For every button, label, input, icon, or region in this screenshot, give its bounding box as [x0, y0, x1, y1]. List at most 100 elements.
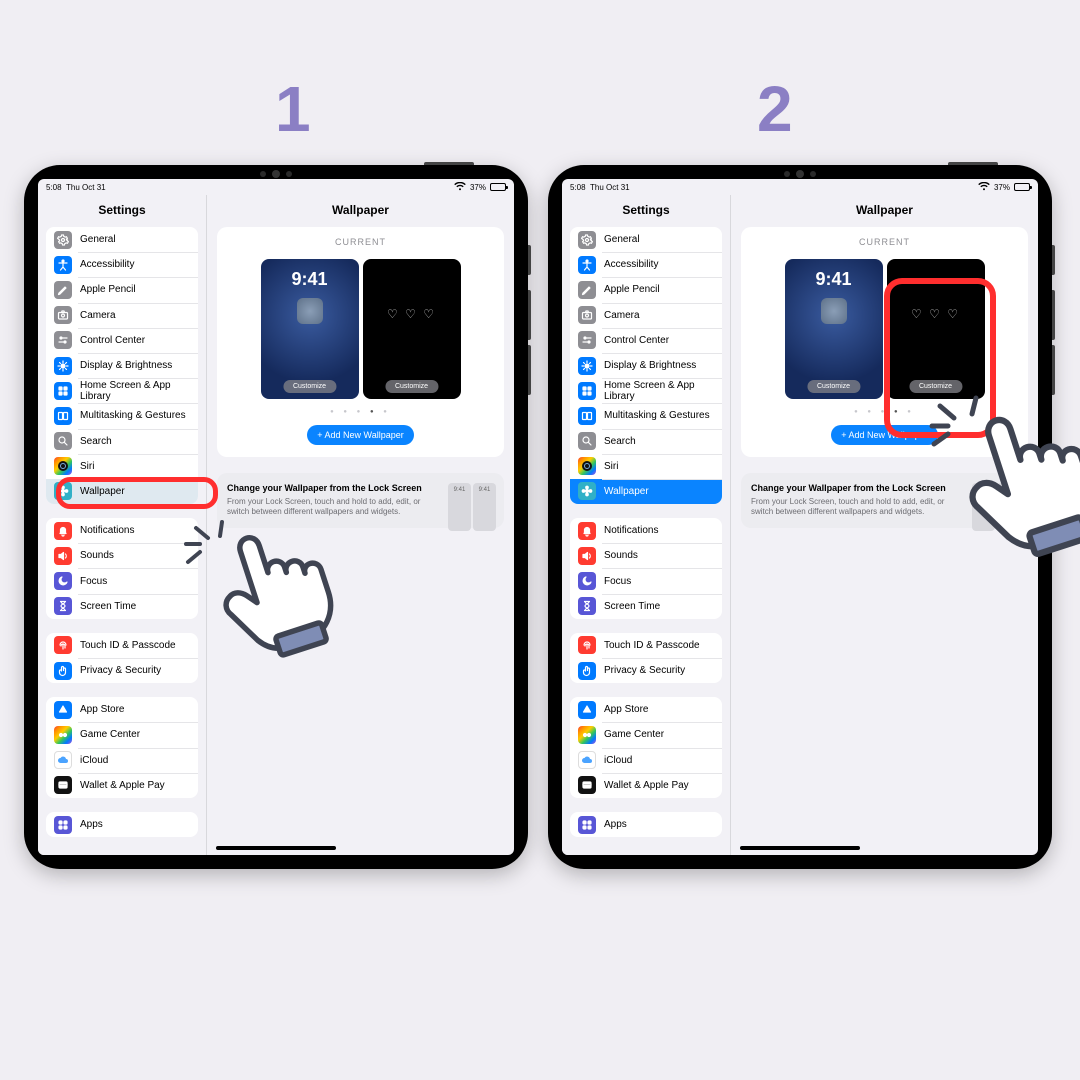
wallet-icon — [54, 776, 72, 794]
sidebar-item-label: Search — [604, 436, 636, 447]
customize-lock-button[interactable]: Customize — [283, 380, 336, 393]
pencil-icon — [54, 281, 72, 299]
sidebar-item-sounds[interactable]: Sounds — [570, 543, 722, 568]
home-preview[interactable]: ♡ ♡ ♡ Customize — [887, 259, 985, 399]
sidebar-item-label: Game Center — [604, 729, 664, 740]
sidebar-item-siri[interactable]: Siri — [570, 454, 722, 479]
appstore-icon — [578, 701, 596, 719]
sidebar-item-notifications[interactable]: Notifications — [46, 518, 198, 543]
gear-icon — [578, 231, 596, 249]
sidebar-item-screen-time[interactable]: Screen Time — [46, 594, 198, 619]
add-new-wallpaper-button[interactable]: + Add New Wallpaper — [831, 425, 937, 445]
sidebar-item-notifications[interactable]: Notifications — [570, 518, 722, 543]
sidebar-title: Settings — [38, 195, 206, 227]
sidebar-item-label: Touch ID & Passcode — [604, 640, 700, 651]
customize-lock-button[interactable]: Customize — [807, 380, 860, 393]
sidebar-item-camera[interactable]: Camera — [46, 303, 198, 328]
sidebar-item-control-center[interactable]: Control Center — [46, 328, 198, 353]
sidebar-item-display-brightness[interactable]: Display & Brightness — [46, 353, 198, 378]
page-dots[interactable]: ● ● ● ● ● — [751, 409, 1018, 415]
home-indicator[interactable] — [216, 846, 336, 850]
sidebar-item-wallet-apple-pay[interactable]: Wallet & Apple Pay — [570, 773, 722, 798]
sidebar-item-general[interactable]: General — [570, 227, 722, 252]
sidebar-item-label: Accessibility — [604, 259, 658, 270]
sidebar-item-label: App Store — [604, 704, 648, 715]
hand-icon — [578, 662, 596, 680]
lock-preview[interactable]: 9:41 Customize — [785, 259, 883, 399]
sidebar-item-sounds[interactable]: Sounds — [46, 543, 198, 568]
sidebar-item-display-brightness[interactable]: Display & Brightness — [570, 353, 722, 378]
sidebar-item-icloud[interactable]: iCloud — [46, 748, 198, 773]
sidebar-item-touch-id-passcode[interactable]: Touch ID & Passcode — [570, 633, 722, 658]
sun-icon — [54, 357, 72, 375]
sidebar-item-accessibility[interactable]: Accessibility — [570, 252, 722, 277]
customize-home-button[interactable]: Customize — [385, 380, 438, 393]
sidebar-item-focus[interactable]: Focus — [46, 568, 198, 593]
sidebar-item-label: Touch ID & Passcode — [80, 640, 176, 651]
lockscreen-hint-card: Change your Wallpaper from the Lock Scre… — [741, 473, 1028, 528]
sidebar-item-label: Privacy & Security — [604, 665, 685, 676]
game-icon — [54, 726, 72, 744]
sidebar-item-general[interactable]: General — [46, 227, 198, 252]
settings-sidebar: Settings GeneralAccessibilityApple Penci… — [562, 195, 730, 855]
hint-body: From your Lock Screen, touch and hold to… — [751, 497, 966, 518]
sidebar-item-touch-id-passcode[interactable]: Touch ID & Passcode — [46, 633, 198, 658]
sidebar-item-home-screen-app-library[interactable]: Home Screen & App Library — [46, 378, 198, 403]
sidebar-item-label: Camera — [604, 310, 640, 321]
apps-icon — [578, 816, 596, 834]
step-number-2: 2 — [757, 72, 793, 146]
page-dots[interactable]: ● ● ● ● ● — [227, 409, 494, 415]
home-indicator[interactable] — [740, 846, 860, 850]
battery-icon — [490, 183, 506, 191]
screen: 5:08 Thu Oct 31 37% Settings GeneralAcce… — [562, 179, 1038, 855]
sidebar-item-wallpaper[interactable]: Wallpaper — [570, 479, 722, 504]
sidebar-item-accessibility[interactable]: Accessibility — [46, 252, 198, 277]
sidebar-item-camera[interactable]: Camera — [570, 303, 722, 328]
sidebar-item-multitasking-gestures[interactable]: Multitasking & Gestures — [570, 403, 722, 428]
sidebar-item-apple-pencil[interactable]: Apple Pencil — [570, 277, 722, 302]
apps-icon — [54, 816, 72, 834]
hand-icon — [54, 662, 72, 680]
sidebar-item-privacy-security[interactable]: Privacy & Security — [46, 658, 198, 683]
sidebar-item-control-center[interactable]: Control Center — [570, 328, 722, 353]
detail-pane: Wallpaper CURRENT 9:41 Customize ♡ ♡ ♡ — [206, 195, 514, 855]
sidebar-item-game-center[interactable]: Game Center — [46, 722, 198, 747]
search-icon — [578, 432, 596, 450]
home-preview[interactable]: ♡ ♡ ♡ Customize — [363, 259, 461, 399]
sidebar-item-focus[interactable]: Focus — [570, 568, 722, 593]
sidebar-item-label: Multitasking & Gestures — [604, 410, 710, 421]
sidebar-item-wallet-apple-pay[interactable]: Wallet & Apple Pay — [46, 773, 198, 798]
preview-time: 9:41 — [261, 269, 359, 290]
sidebar-item-home-screen-app-library[interactable]: Home Screen & App Library — [570, 378, 722, 403]
sidebar-item-search[interactable]: Search — [46, 429, 198, 454]
current-wallpaper-card: CURRENT 9:41 Customize ♡ ♡ ♡ Customize — [741, 227, 1028, 457]
sidebar-item-label: Multitasking & Gestures — [80, 410, 186, 421]
sidebar-item-app-store[interactable]: App Store — [46, 697, 198, 722]
sidebar-item-icloud[interactable]: iCloud — [570, 748, 722, 773]
lock-preview[interactable]: 9:41 Customize — [261, 259, 359, 399]
sidebar-item-search[interactable]: Search — [570, 429, 722, 454]
customize-home-button[interactable]: Customize — [909, 380, 962, 393]
sidebar-item-screen-time[interactable]: Screen Time — [570, 594, 722, 619]
sidebar-item-game-center[interactable]: Game Center — [570, 722, 722, 747]
sidebar-item-label: Accessibility — [80, 259, 134, 270]
preview-time: 9:41 — [785, 269, 883, 290]
switches-icon — [578, 331, 596, 349]
sidebar-item-siri[interactable]: Siri — [46, 454, 198, 479]
settings-sidebar: Settings General Accessibility Apple Penci… — [38, 195, 206, 855]
siri-icon — [578, 457, 596, 475]
sidebar-item-apple-pencil[interactable]: Apple Pencil — [46, 277, 198, 302]
sidebar-item-apps[interactable]: Apps — [570, 812, 722, 837]
add-new-wallpaper-button[interactable]: + Add New Wallpaper — [307, 425, 413, 445]
sidebar-item-app-store[interactable]: App Store — [570, 697, 722, 722]
sidebar-item-multitasking-gestures[interactable]: Multitasking & Gestures — [46, 403, 198, 428]
sidebar-item-wallpaper[interactable]: Wallpaper — [46, 479, 198, 504]
sidebar-item-apps[interactable]: Apps — [46, 812, 198, 837]
camera-icon — [54, 306, 72, 324]
multi-icon — [54, 407, 72, 425]
sidebar-item-privacy-security[interactable]: Privacy & Security — [570, 658, 722, 683]
sidebar-item-label: Home Screen & App Library — [604, 380, 714, 402]
detail-title: Wallpaper — [207, 195, 514, 227]
sidebar-item-label: Apple Pencil — [80, 284, 136, 295]
sidebar-item-label: App Store — [80, 704, 124, 715]
